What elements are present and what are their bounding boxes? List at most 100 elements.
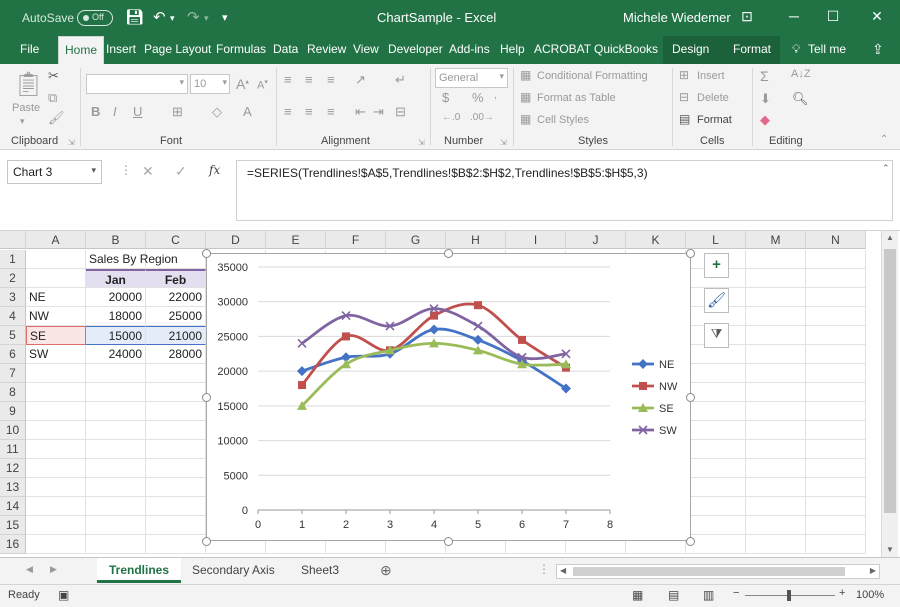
comma-style-icon[interactable]: , [494,90,497,101]
grid-cell[interactable] [806,421,866,440]
scroll-right-icon[interactable]: ▶ [870,566,876,575]
resize-handle[interactable] [686,537,695,546]
grid-cell[interactable] [806,516,866,535]
column-header[interactable]: I [506,231,566,249]
grid-cell[interactable] [806,345,866,364]
column-header[interactable]: L [686,231,746,249]
resize-handle[interactable] [202,393,211,402]
collapse-formula-bar-icon[interactable]: ⌃ [882,163,890,174]
share-icon[interactable]: ⇪ [872,41,884,58]
grid-cell[interactable] [806,459,866,478]
tab-acrobat[interactable]: ACROBAT [534,42,591,56]
grid-cell[interactable] [686,535,746,554]
column-header[interactable]: A [26,231,86,249]
grid-cell[interactable] [806,250,866,269]
grid-cell[interactable] [146,516,206,535]
font-color-icon[interactable]: A [243,104,252,119]
tab-file[interactable]: File [20,42,39,56]
scroll-down-icon[interactable]: ▼ [886,545,894,554]
grid-cell[interactable] [146,364,206,383]
grid-cell[interactable] [26,250,86,269]
grid-cell[interactable] [146,383,206,402]
grid-cell[interactable] [806,364,866,383]
cell-jan-se[interactable]: 15000 [86,326,146,345]
cancel-icon[interactable]: ✕ [142,163,154,180]
grid-cell[interactable] [746,497,806,516]
row-header[interactable]: 16 [0,535,26,554]
formula-input[interactable]: =SERIES(Trendlines!$A$5,Trendlines!$B$2:… [236,160,893,221]
row-header[interactable]: 5 [0,326,26,345]
grid-cell[interactable] [146,421,206,440]
tab-quickbooks[interactable]: QuickBooks [594,42,658,56]
grid-cell[interactable] [86,440,146,459]
grid-cell[interactable] [146,459,206,478]
align-center-icon[interactable]: ≡ [305,104,313,119]
customize-qat-icon[interactable]: ▾ [222,11,228,24]
tab-view[interactable]: View [353,42,379,56]
row-header[interactable]: 15 [0,516,26,535]
orientation-icon[interactable]: ↗ [355,72,366,88]
grid-cell[interactable] [686,421,746,440]
select-all-corner[interactable] [0,231,26,249]
header-jan[interactable]: Jan [86,269,146,288]
column-header[interactable]: H [446,231,506,249]
grid-cell[interactable] [806,440,866,459]
align-right-icon[interactable]: ≡ [327,104,335,119]
alignment-launcher-icon[interactable]: ⇲ [418,138,425,147]
cell-feb-ne[interactable]: 22000 [146,288,206,307]
grid-cell[interactable] [26,497,86,516]
paste-dropdown-icon[interactable]: ▾ [20,116,25,127]
tab-format[interactable]: Format [733,42,771,56]
resize-handle[interactable] [686,393,695,402]
resize-handle[interactable] [202,249,211,258]
number-format-box[interactable]: General ▾ [435,68,508,88]
sort-filter-icon[interactable]: A↓Z [791,68,811,80]
row-header[interactable]: 10 [0,421,26,440]
tab-design[interactable]: Design [672,42,709,56]
grid-cell[interactable] [26,440,86,459]
grid-cell[interactable] [686,402,746,421]
row-header[interactable]: 6 [0,345,26,364]
paste-icon[interactable]: 📋︎ [13,70,43,99]
tab-home[interactable]: Home [58,36,105,65]
tab-data[interactable]: Data [273,42,298,56]
grid-cell[interactable] [146,535,206,554]
increase-font-icon[interactable]: A▴ [236,76,249,92]
grid-cell[interactable] [746,440,806,459]
tab-split-icon[interactable]: ⋮ [538,562,550,576]
cut-icon[interactable]: ✂ [48,68,59,84]
grid-cell[interactable] [686,459,746,478]
chart-filters-button[interactable]: ⧩ [704,323,729,348]
cell-jan-sw[interactable]: 24000 [86,345,146,364]
grid-cell[interactable] [26,269,86,288]
decrease-decimal-icon[interactable]: .00→ [470,112,494,123]
undo-icon[interactable]: ↶ [153,8,166,26]
region-se[interactable]: SE [26,326,86,345]
tell-me-search[interactable]: Tell me [808,42,846,56]
grid-cell[interactable] [146,440,206,459]
insert-function-icon[interactable]: fx [209,163,220,177]
cell-feb-nw[interactable]: 25000 [146,307,206,326]
grid-cell[interactable] [746,326,806,345]
grid-cell[interactable] [746,269,806,288]
grid-cell[interactable] [86,402,146,421]
autosave-toggle[interactable]: Off [77,10,113,26]
sheet-tab-sheet3[interactable]: Sheet3 [289,558,351,583]
grid-cell[interactable] [86,535,146,554]
grid-cell[interactable] [806,383,866,402]
resize-handle[interactable] [444,249,453,258]
scroll-up-icon[interactable]: ▲ [886,233,894,242]
font-name-box[interactable]: ▾ [86,74,188,94]
horizontal-scrollbar[interactable]: ◀ ▶ [556,564,880,579]
zoom-out-icon[interactable]: − [733,587,739,599]
collapse-ribbon-icon[interactable]: ⌃ [880,134,888,145]
grid-cell[interactable] [686,383,746,402]
minimize-icon[interactable]: ─ [784,8,804,24]
row-header[interactable]: 8 [0,383,26,402]
page-layout-view-icon[interactable]: ▤ [668,588,679,602]
increase-decimal-icon[interactable]: ←.0 [442,112,460,123]
column-header[interactable]: D [206,231,266,249]
cell-feb-se[interactable]: 21000 [146,326,206,345]
region-nw[interactable]: NW [26,307,86,326]
ribbon-display-icon[interactable]: ⊡ [737,8,757,25]
